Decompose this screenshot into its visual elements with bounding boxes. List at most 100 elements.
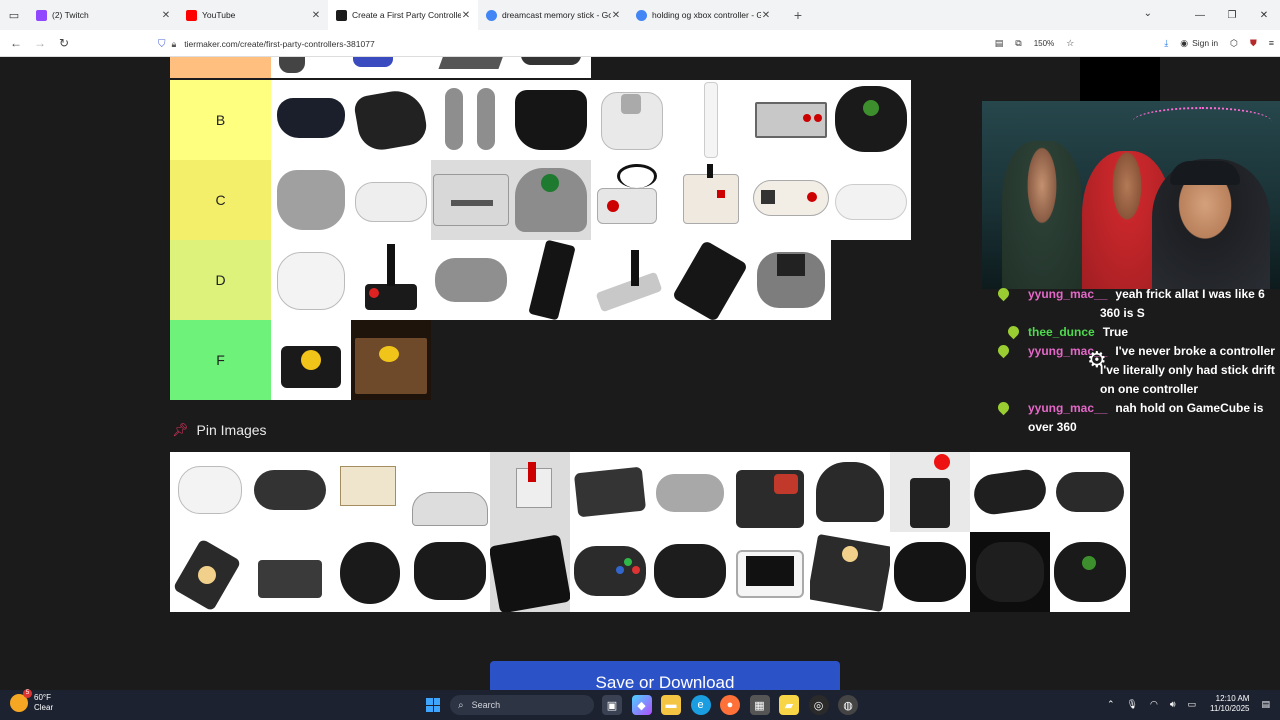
volume-icon[interactable]: 🔊︎ [1170,699,1176,710]
close-icon[interactable]: ✕ [311,10,321,21]
sign-in-button[interactable]: Sign in [1192,38,1218,48]
edge-icon[interactable]: e [690,695,711,715]
firefox-icon[interactable]: ● [720,695,740,715]
copilot-icon[interactable]: ◆ [631,695,652,715]
tab-tiermaker[interactable]: Create a First Party Controllers ✕ [328,0,478,30]
controller-image[interactable] [170,452,250,532]
calculator-icon[interactable]: ▦ [749,695,770,715]
controller-image[interactable] [351,160,431,240]
controller-image[interactable] [970,532,1050,612]
close-icon[interactable]: ✕ [611,10,621,21]
controller-image[interactable] [671,160,751,240]
microphone-icon[interactable]: 🎙︎ [1127,699,1138,710]
controller-image[interactable] [330,532,410,612]
controller-image[interactable] [250,532,330,612]
close-window-button[interactable]: ✕ [1248,10,1280,21]
controller-image[interactable] [351,80,431,160]
bookmark-star-icon[interactable]: ☆ [1066,38,1074,49]
controller-image[interactable] [591,160,671,240]
url-text[interactable]: tiermaker.com/create/first-party-control… [184,39,374,49]
download-icon[interactable]: ⤓ [1164,38,1168,49]
controller-image[interactable] [650,452,730,532]
controller-image[interactable] [511,80,591,160]
controller-image[interactable] [751,160,831,240]
controller-image[interactable] [810,532,890,612]
controller-image[interactable] [271,160,351,240]
save-or-download-button[interactable]: Save or Download [490,661,840,690]
shield-icon[interactable]: ⛉ [158,39,166,50]
controller-image[interactable] [570,452,650,532]
taskbar-search[interactable]: ⌕ Search [450,695,594,715]
chrome-icon[interactable]: ◍ [838,695,858,715]
controller-image[interactable] [351,240,431,320]
ublock-icon[interactable]: ⛊ [1250,38,1257,49]
sticky-notes-icon[interactable]: ▰ [779,695,799,715]
obs-icon[interactable]: ◎ [808,695,829,715]
controller-image[interactable] [271,240,351,320]
extensions-icon[interactable]: ⬡ [1230,38,1238,49]
restore-button[interactable]: ❐ [1216,10,1248,21]
controller-image[interactable] [431,80,511,160]
lock-icon[interactable]: 🔒︎ [172,39,177,50]
close-icon[interactable]: ✕ [761,10,771,21]
controller-image[interactable] [730,532,810,612]
back-button[interactable]: ← [4,36,28,50]
controller-image[interactable] [810,452,890,532]
file-explorer-icon[interactable]: ▬ [661,695,681,715]
controller-image[interactable] [250,452,330,532]
battery-icon[interactable]: ▭ [1188,699,1197,710]
address-bar[interactable]: ⛉ 🔒︎ tiermaker.com/create/first-party-co… [158,36,938,52]
controller-image[interactable] [431,160,511,240]
controller-image[interactable] [730,452,810,532]
tab-youtube[interactable]: YouTube ✕ [178,0,328,30]
reload-button[interactable]: ↻ [52,36,76,50]
clock[interactable]: 12:10 AM 11/10/2025 [1210,694,1249,714]
controller-image[interactable] [751,80,831,160]
account-icon[interactable]: ◉ [1180,38,1188,49]
wifi-icon[interactable]: ◠ [1150,699,1158,710]
tab-menu-icon[interactable]: ▭ [0,0,28,30]
forward-button[interactable]: → [28,36,52,50]
controller-image[interactable] [831,80,911,160]
tier-label[interactable]: D [170,240,271,320]
controller-image[interactable] [751,240,831,320]
close-icon[interactable]: ✕ [461,10,471,21]
controller-image[interactable] [570,532,650,612]
controller-image[interactable] [671,240,751,320]
tier-label[interactable]: B [170,80,271,160]
controller-image[interactable] [431,240,511,320]
tab-google-xbox[interactable]: holding og xbox controller - Go ✕ [628,0,778,30]
controller-image[interactable] [1050,452,1130,532]
controller-image[interactable] [591,240,671,320]
controller-image[interactable] [650,532,730,612]
minimize-button[interactable]: — [1184,10,1216,21]
new-tab-button[interactable]: + [786,7,810,23]
controller-image[interactable] [490,532,570,612]
controller-image[interactable] [490,452,570,532]
close-icon[interactable]: ✕ [161,10,171,21]
controller-image[interactable] [890,452,970,532]
controller-image[interactable] [890,532,970,612]
controller-image[interactable] [410,452,490,532]
chevron-up-icon[interactable]: ⌃ [1107,699,1115,710]
controller-image[interactable] [271,80,351,160]
controller-image[interactable] [970,452,1050,532]
chevron-down-icon[interactable]: ⌄ [1144,8,1152,19]
controller-image[interactable] [330,452,410,532]
zoom-level[interactable]: 150% [1034,39,1054,48]
tab-google-memory-stick[interactable]: dreamcast memory stick - Goo ✕ [478,0,628,30]
controller-image[interactable] [271,320,351,400]
controller-image[interactable] [511,240,591,320]
tier-label[interactable]: C [170,160,271,240]
controller-image[interactable] [831,160,911,240]
controller-image[interactable] [351,320,431,400]
controller-image[interactable] [511,160,591,240]
tier-label[interactable]: F [170,320,271,400]
controller-image[interactable] [1050,532,1130,612]
controller-image[interactable] [591,80,671,160]
windows-start-icon[interactable] [426,698,440,712]
controller-image[interactable] [170,532,250,612]
controller-image[interactable] [671,80,751,160]
tab-twitch[interactable]: (2) Twitch ✕ [28,0,178,30]
reader-view-icon[interactable]: ▤ [995,38,1004,49]
